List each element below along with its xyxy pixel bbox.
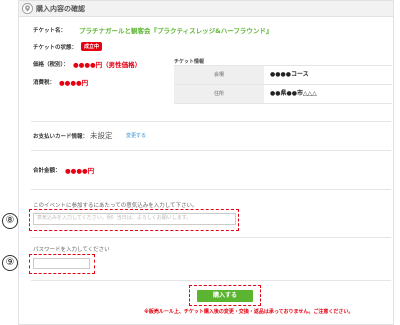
ticket-info-key: 会場 bbox=[174, 66, 264, 84]
motivation-label: このイベントに参加するにあたっての意気込みを入力して下さい。 bbox=[33, 203, 198, 209]
ticket-info-value: ●●●●コース bbox=[270, 71, 309, 78]
divider bbox=[31, 280, 391, 281]
ticket-info-table: 会場 ●●●●コース 住所 ●●県●●市△△△ bbox=[174, 65, 392, 104]
price-value: ●●●●円（男性価格） bbox=[73, 61, 142, 69]
annotation-marker-9: ⑨ bbox=[2, 255, 18, 271]
price-label: 価格（税別）： bbox=[33, 62, 69, 68]
ticket-info-key: 住所 bbox=[174, 85, 264, 103]
divider bbox=[31, 150, 391, 151]
ticket-info-value: ●●県●●市△△△ bbox=[270, 90, 317, 97]
change-payment-link[interactable]: 変更する bbox=[126, 132, 146, 139]
location-pin-icon bbox=[22, 3, 33, 14]
purchase-button[interactable]: 購入する bbox=[197, 290, 253, 302]
password-input[interactable] bbox=[33, 258, 90, 269]
payment-card-value: 未設定 bbox=[90, 131, 113, 140]
ticket-info-title: チケット情報 bbox=[174, 59, 205, 65]
divider bbox=[31, 189, 391, 190]
section-header: 購入内容の確認 bbox=[19, 1, 393, 17]
purchase-confirmation-card: 購入内容の確認 チケット名： プラチナガールと観客会『プラクティスレッジ&ハーフ… bbox=[18, 0, 394, 325]
motivation-input[interactable]: 意気込みを入力してください。例）当日は、よろしくお願いします。 bbox=[33, 213, 236, 225]
purchase-note: ※販売ルール上、チケット購入後の変更・交換・返品は承っておりません。ご注意くださ… bbox=[144, 309, 354, 315]
tax-label: 消費税： bbox=[33, 80, 56, 86]
section-title: 購入内容の確認 bbox=[36, 5, 85, 13]
total-value: ●●●●円 bbox=[65, 167, 95, 175]
payment-card-label: お支払いカード情報： bbox=[33, 134, 89, 140]
status-badge: 成立中 bbox=[81, 42, 103, 51]
annotation-marker-8: ⑧ bbox=[2, 213, 18, 229]
ticket-name-value: プラチナガールと観客会『プラクティスレッジ&ハーフラウンド』 bbox=[79, 27, 273, 35]
total-label: 合計金額： bbox=[33, 168, 61, 174]
ticket-info-row-venue: 会場 ●●●●コース bbox=[174, 66, 392, 85]
tax-value: ●●●●円 bbox=[59, 79, 89, 87]
divider bbox=[31, 121, 391, 122]
ticket-status-label: チケットの状態： bbox=[33, 45, 78, 51]
ticket-info-row-address: 住所 ●●県●●市△△△ bbox=[174, 85, 392, 104]
ticket-name-label: チケット名： bbox=[33, 28, 67, 34]
divider bbox=[31, 237, 391, 238]
password-label: パスワードを入力してください bbox=[33, 247, 110, 253]
